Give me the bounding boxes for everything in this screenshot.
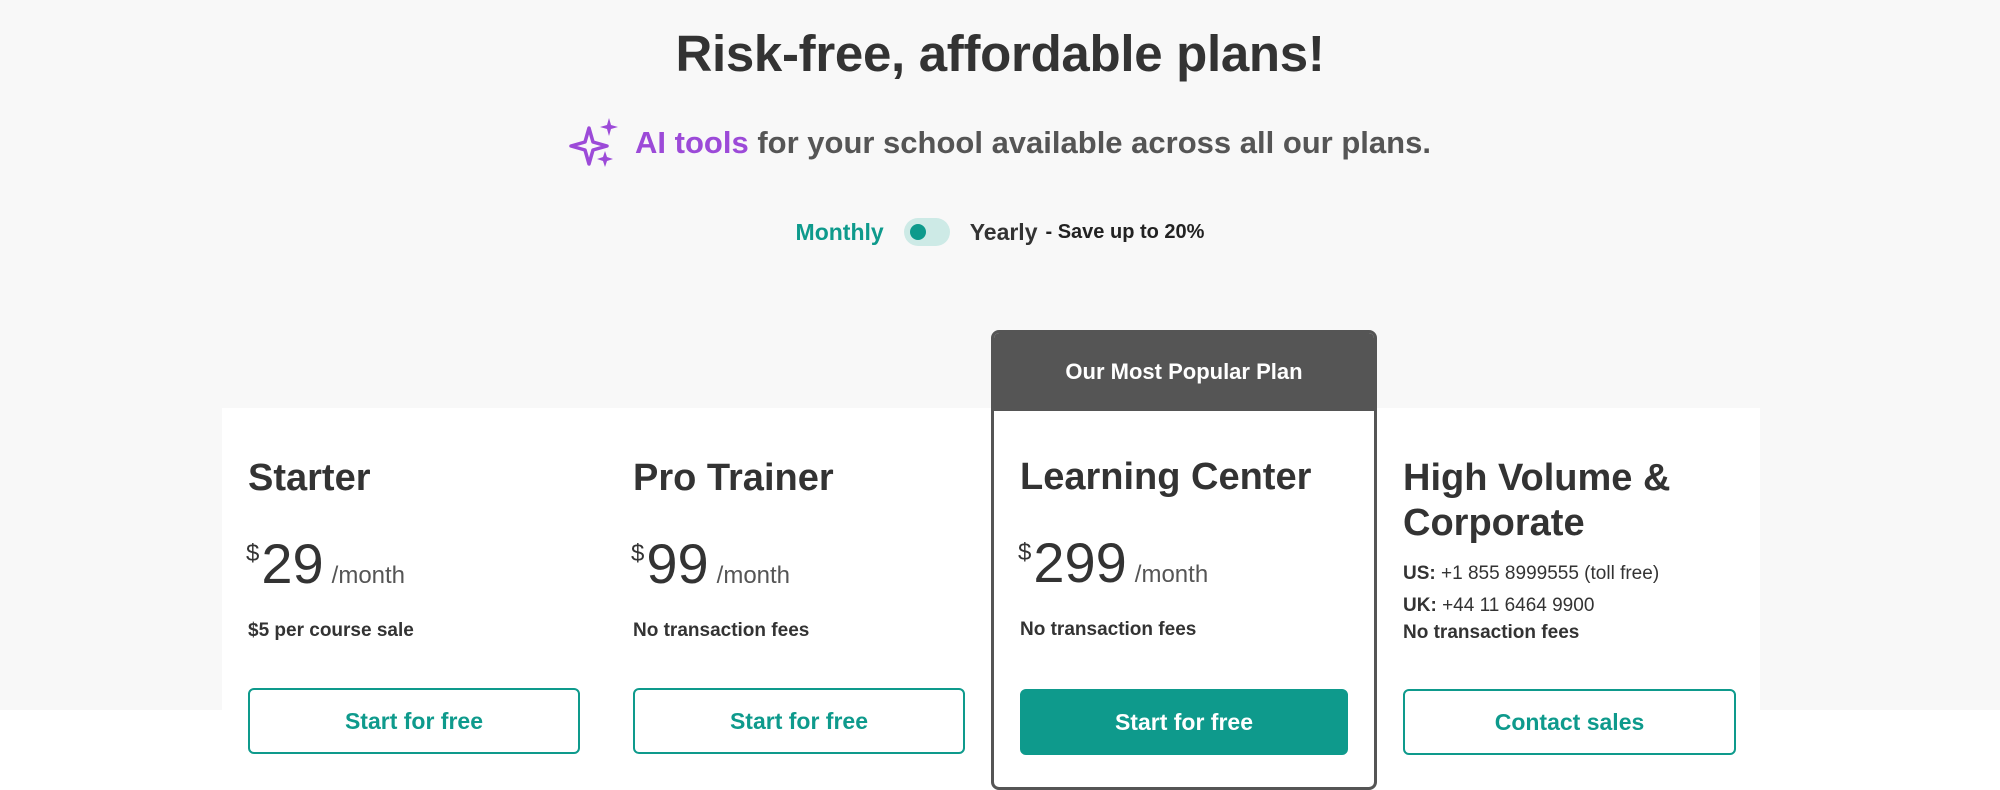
ai-tools-tagline: AI tools for your school available acros… (0, 118, 2000, 168)
uk-phone-line: UK: +44 11 6464 9900 (1403, 590, 1659, 622)
plan-price: $ 99 /month (631, 534, 790, 594)
price-period: /month (716, 562, 791, 589)
plan-card-learning-center: Our Most Popular Plan Learning Center $ … (991, 330, 1377, 790)
contact-sales-button[interactable]: Contact sales (1403, 689, 1736, 755)
price-amount: 29 (261, 532, 324, 595)
sparkles-icon (569, 118, 619, 167)
plan-price: $ 299 /month (1018, 533, 1208, 593)
plan-card-high-volume-corporate: High Volume & Corporate US: +1 855 89995… (1377, 408, 1760, 782)
ai-tools-text: for your school available across all our… (757, 125, 1431, 160)
contact-phones: US: +1 855 8999555 (toll free) UK: +44 1… (1403, 558, 1659, 622)
yearly-savings-text: - Save up to 20% (1045, 220, 1205, 243)
billing-period-toggle[interactable] (903, 218, 950, 246)
toggle-knob (909, 224, 926, 240)
plan-price: $ 29 /month (246, 534, 405, 594)
us-phone[interactable]: +1 855 8999555 (toll free) (1441, 563, 1659, 584)
uk-phone[interactable]: +44 11 6464 9900 (1442, 595, 1594, 616)
plan-name: Learning Center (1020, 456, 1312, 498)
billing-toggle-group: Monthly Yearly - Save up to 20% (0, 218, 2000, 246)
plan-card-pro-trainer: Pro Trainer $ 99 /month No transaction f… (607, 408, 992, 782)
plan-fee-note: $5 per course sale (248, 620, 414, 641)
monthly-label[interactable]: Monthly (796, 219, 884, 246)
price-amount: 99 (646, 532, 709, 595)
page-title: Risk-free, affordable plans! (675, 25, 1325, 82)
plan-name: High Volume & Corporate (1403, 457, 1671, 544)
price-period: /month (1134, 561, 1209, 588)
currency-symbol: $ (246, 540, 260, 567)
price-period: /month (331, 562, 406, 589)
us-phone-line: US: +1 855 8999555 (toll free) (1403, 558, 1659, 590)
start-for-free-button[interactable]: Start for free (248, 688, 580, 754)
price-amount: 299 (1033, 531, 1127, 594)
plan-card-starter: Starter $ 29 /month $5 per course sale S… (222, 408, 607, 782)
plan-name: Starter (248, 457, 371, 499)
plan-fee-note: No transaction fees (633, 620, 810, 641)
currency-symbol: $ (631, 540, 645, 567)
start-for-free-button[interactable]: Start for free (1020, 689, 1348, 755)
uk-label: UK: (1403, 595, 1437, 616)
ai-tools-highlight: AI tools (635, 125, 749, 160)
plan-fee-note: No transaction fees (1403, 622, 1580, 643)
us-label: US: (1403, 563, 1436, 584)
currency-symbol: $ (1018, 539, 1032, 566)
plan-name: Pro Trainer (633, 457, 834, 499)
most-popular-badge: Our Most Popular Plan (994, 333, 1374, 411)
plan-fee-note: No transaction fees (1020, 619, 1197, 640)
start-for-free-button[interactable]: Start for free (633, 688, 965, 754)
yearly-label[interactable]: Yearly (970, 219, 1038, 246)
